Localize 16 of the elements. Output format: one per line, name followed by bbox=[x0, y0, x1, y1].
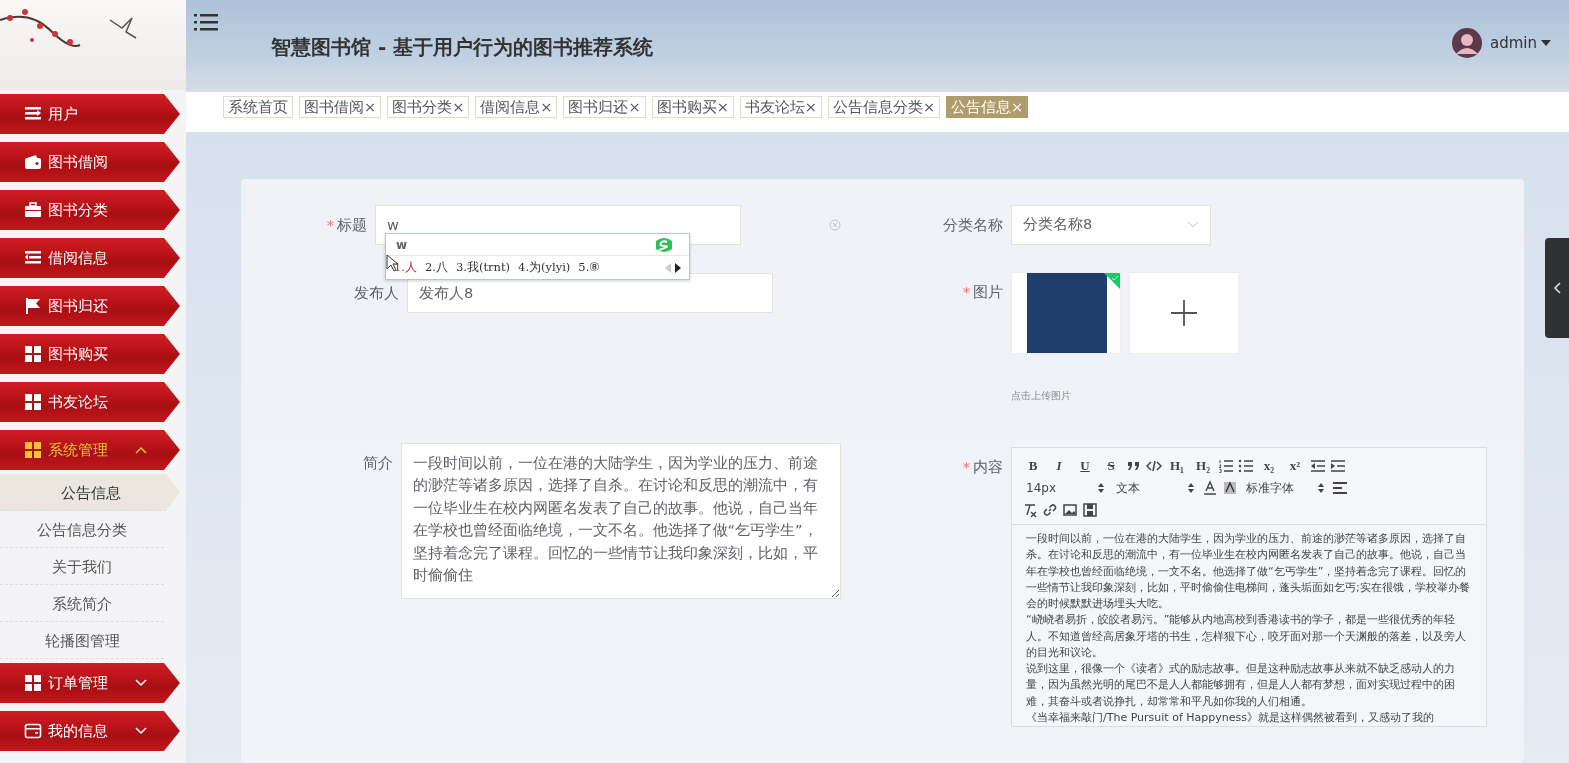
select-value: 分类名称8 bbox=[1023, 215, 1093, 235]
field-label: 图片 bbox=[973, 283, 1003, 302]
upload-hint: 点击上传图片 bbox=[1011, 389, 1072, 403]
required-asterisk: * bbox=[962, 283, 970, 302]
field-label: 发布人 bbox=[354, 284, 399, 303]
editor-paragraph: 说到这里，很像一个《读者》式的励志故事。但是这种励志故事从来就不缺乏感动人的力量，因为虽然光明的尾巴不是人人都能够拥有，但是人人都有梦想，面对实现过程中的困难，其奋斗或者说挣扎，却常常和平凡如你我的人们相通。 bbox=[1026, 661, 1456, 710]
field-label: 简介 bbox=[362, 454, 393, 473]
required-asterisk: * bbox=[326, 216, 334, 235]
field-label: 内容 bbox=[973, 458, 1003, 477]
app-title: 智慧图书馆 - 基于用户行为的图书推荐系统 bbox=[271, 34, 654, 61]
field-label: 标题 bbox=[337, 216, 367, 235]
required-asterisk: * bbox=[962, 458, 970, 477]
editor-paragraph: “峣峣者易折，皎皎者易污。”能够从内地高校到香港读书的学子，都是一些很优秀的年轻人。不知道曾经高居象牙塔的书生，怎样狠下心，咬牙面对那一个天渊般的落差，以及旁人的目光和议论。 bbox=[1026, 612, 1467, 661]
editor-paragraph: 《当幸福来敲门/The Pursuit of Happyness》就是这样偶然被看到，又感动了我的 bbox=[1026, 709, 1435, 726]
editor-paragraph: 一段时间以前，一位在港的大陆学生，因为学业的压力、前途的渺茫等诸多原因，选择了自杀。在讨论和反思的潮流中，有一位毕业生在校内网匿名发表了自己的故事。他说，自己当年在学校也曾经面临绝境，一文不名。他选择了做“乞丐学生”，坚持着念完了课程。回忆的一些情节让我印象深刻，比如，平时偷偷住电梯间，蓬头垢面如乞丐;实在很饿，学校举办餐会的时候默默进场埋头大吃。 bbox=[1026, 531, 1471, 613]
field-label: 分类名称 bbox=[943, 216, 1003, 235]
